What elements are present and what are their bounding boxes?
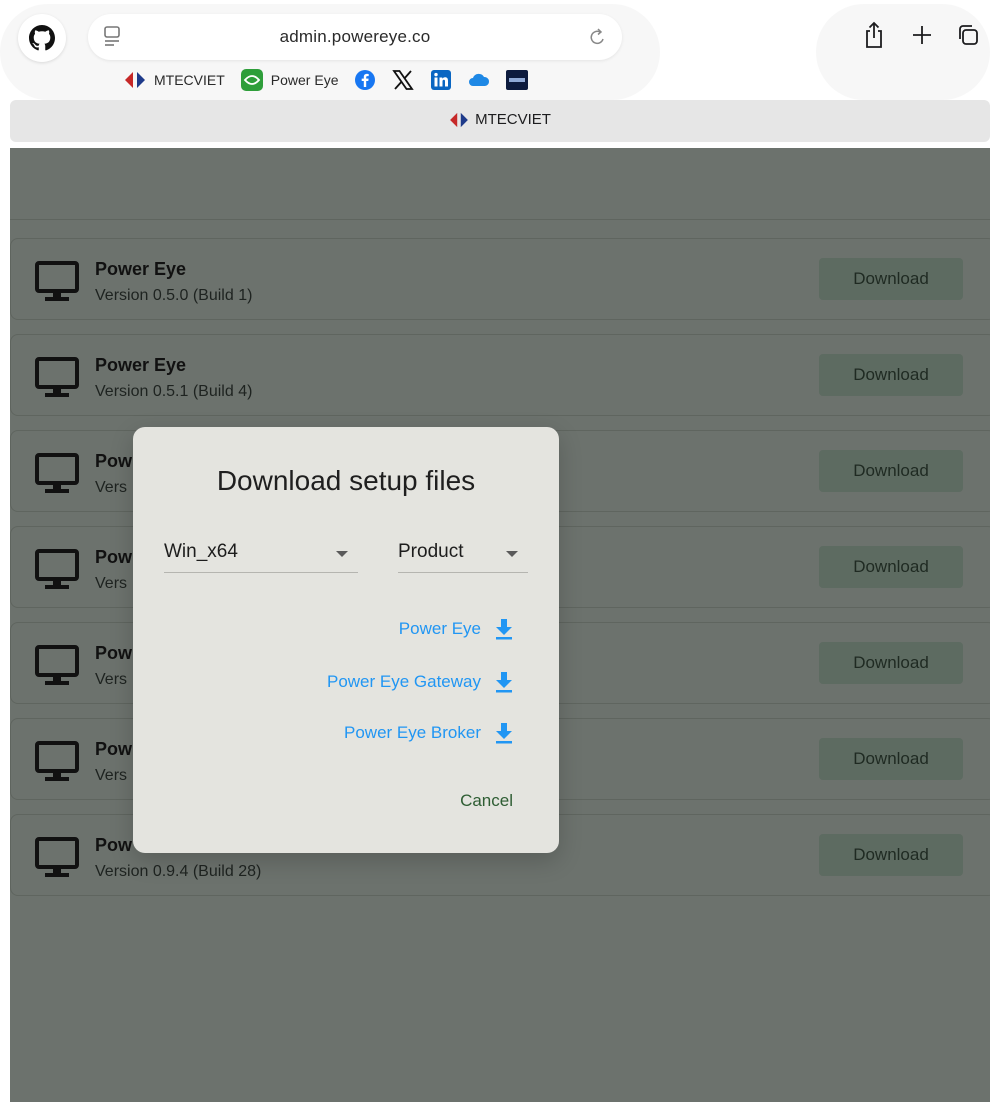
mtecviet-logo-icon [124, 69, 146, 91]
browser-chrome: admin.powereye.co MTECVIET Power Eye MTE… [0, 0, 990, 148]
release-version: Vers [95, 479, 128, 496]
platform-select[interactable]: Win_x64 [164, 537, 358, 573]
favorite-mtecviet[interactable]: MTECVIET [124, 66, 225, 94]
desktop-computer-icon [35, 357, 79, 397]
type-select-value: Product [398, 541, 464, 562]
download-link-power-eye-gateway[interactable]: Power Eye Gateway [327, 668, 513, 696]
facebook-icon [354, 69, 376, 91]
linkedin-icon [430, 69, 452, 91]
release-title: Pow [95, 739, 133, 759]
release-title: Power Eye [95, 355, 187, 375]
favorite-label: Power Eye [270, 72, 339, 88]
platform-select-value: Win_x64 [164, 541, 238, 562]
release-title: Power Eye [95, 259, 187, 279]
dropdown-caret-icon [506, 551, 518, 557]
desktop-computer-icon [35, 837, 79, 877]
favorite-facebook[interactable] [354, 66, 376, 94]
download-arrow-icon [496, 672, 512, 693]
favorite-cnbc[interactable] [506, 66, 529, 94]
download-link-label: Power Eye Broker [344, 723, 481, 742]
release-version: Version 0.9.4 (Build 28) [95, 863, 262, 880]
desktop-computer-icon [35, 261, 79, 301]
download-link-power-eye[interactable]: Power Eye [399, 615, 513, 643]
browser-toolbar-right [858, 18, 988, 52]
favorites-bar: MTECVIET Power Eye [124, 66, 544, 94]
download-button[interactable]: Download [819, 546, 963, 588]
github-extension-button[interactable] [18, 14, 66, 62]
desktop-computer-icon [35, 549, 79, 589]
download-button[interactable]: Download [819, 738, 963, 780]
download-button[interactable]: Download [819, 354, 963, 396]
desktop-computer-icon [35, 453, 79, 493]
download-arrow-icon [496, 619, 512, 640]
release-title: Pow [95, 547, 133, 567]
cancel-button[interactable]: Cancel [460, 791, 513, 811]
dropdown-caret-icon [336, 551, 348, 557]
release-title: Pow [95, 643, 133, 663]
power-eye-logo-icon [240, 69, 263, 91]
download-link-label: Power Eye [398, 619, 481, 638]
release-version: Vers [95, 671, 128, 688]
url-text[interactable]: admin.powereye.co [88, 27, 622, 47]
favorite-power-eye[interactable]: Power Eye [240, 66, 339, 94]
download-arrow-icon [496, 723, 512, 744]
tab-title-text: MTECVIET [475, 111, 551, 128]
download-button[interactable]: Download [819, 258, 963, 300]
download-button[interactable]: Download [819, 450, 963, 492]
tab-bar: MTECVIET [10, 100, 990, 142]
tab-overview-button[interactable] [952, 18, 984, 52]
active-tab[interactable]: MTECVIET [10, 111, 990, 128]
download-link-power-eye-broker[interactable]: Power Eye Broker [344, 719, 513, 747]
share-icon [866, 21, 882, 48]
favorite-onedrive[interactable] [468, 66, 490, 94]
release-title: Pow [95, 835, 133, 855]
download-setup-dialog: Download setup files Win_x64 Product Pow… [133, 427, 559, 853]
release-title: Pow [95, 451, 133, 471]
download-link-label: Power Eye Gateway [326, 672, 481, 691]
reload-icon[interactable] [588, 26, 608, 48]
favorite-label: MTECVIET [154, 72, 225, 88]
release-version: Version 0.5.0 (Build 1) [95, 287, 253, 304]
onedrive-cloud-icon [468, 69, 490, 91]
app-bar [10, 148, 990, 220]
release-card: Power Eye Version 0.5.0 (Build 1) Downlo… [10, 238, 990, 320]
type-select[interactable]: Product [398, 537, 528, 573]
release-card: Power Eye Version 0.5.1 (Build 4) Downlo… [10, 334, 990, 416]
mtecviet-logo-icon [450, 112, 468, 127]
address-bar[interactable]: admin.powereye.co [88, 14, 622, 60]
release-version: Vers [95, 767, 128, 784]
dialog-title: Download setup files [216, 465, 476, 496]
release-version: Version 0.5.1 (Build 4) [95, 383, 253, 400]
plus-icon [913, 26, 931, 44]
download-button[interactable]: Download [819, 834, 963, 876]
github-icon [29, 25, 55, 51]
release-version: Vers [95, 575, 128, 592]
favorite-x[interactable] [392, 66, 415, 94]
desktop-computer-icon [35, 741, 79, 781]
desktop-computer-icon [35, 645, 79, 685]
share-button[interactable] [858, 18, 890, 52]
x-icon [392, 69, 415, 91]
download-button[interactable]: Download [819, 642, 963, 684]
cnbc-icon [506, 69, 529, 91]
tabs-icon [959, 25, 978, 45]
new-tab-button[interactable] [906, 18, 938, 52]
favorite-linkedin[interactable] [430, 66, 452, 94]
